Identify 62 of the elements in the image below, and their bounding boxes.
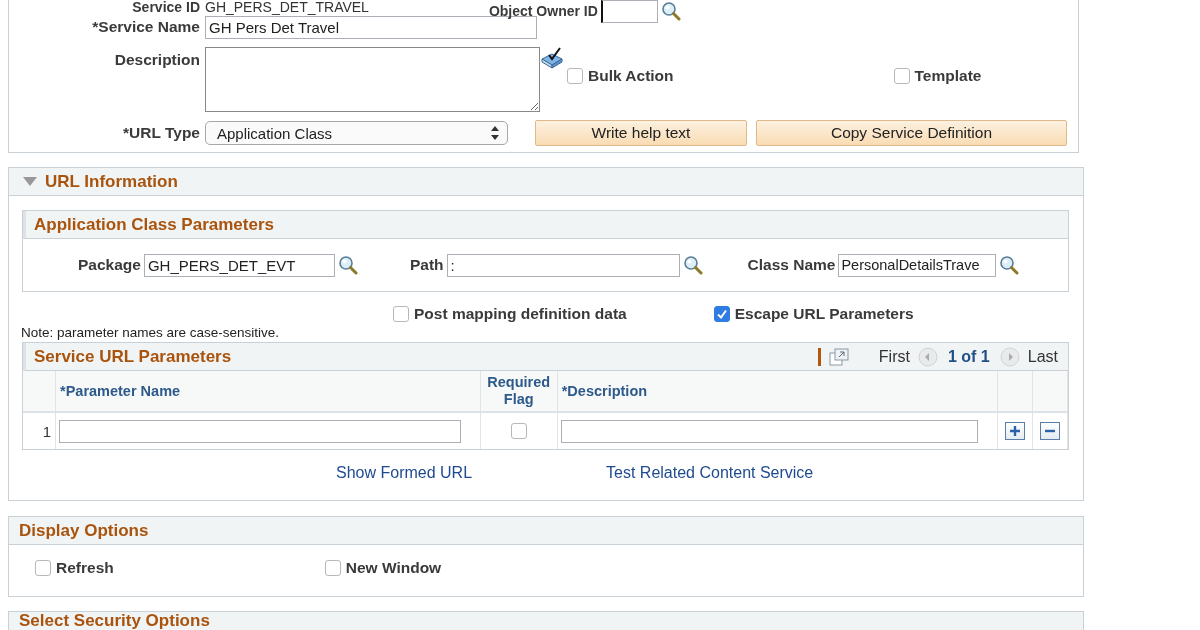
column-header[interactable]: Required Flag [480, 371, 558, 412]
field-label: Path [409, 256, 444, 274]
section-title: URL Information [45, 171, 178, 192]
next-icon[interactable] [999, 346, 1020, 367]
field-value: GH_PERS_DET_TRAVEL [205, 0, 369, 14]
checkbox-label: Bulk Action [588, 67, 674, 85]
field-label: Object Owner ID [488, 4, 598, 18]
search-icon[interactable] [999, 255, 1020, 275]
field-label: Class Name [747, 256, 836, 274]
checkbox[interactable] [713, 306, 730, 322]
section-title: Select Security Options [19, 612, 210, 630]
book-check-icon[interactable] [540, 47, 564, 69]
search-icon[interactable] [660, 1, 681, 21]
section-header[interactable]: URL Information [9, 168, 1083, 196]
search-icon[interactable] [682, 255, 703, 275]
check-icon [715, 308, 728, 320]
last-link[interactable]: Last [1027, 347, 1058, 366]
page-counter: 1 of 1 [947, 347, 990, 366]
column-header[interactable]: *Description [557, 371, 998, 412]
column-header[interactable]: *Parameter Name [55, 371, 481, 412]
dropdown[interactable]: Application Class [205, 121, 508, 145]
checkbox[interactable] [393, 306, 409, 322]
previous-icon[interactable] [917, 346, 938, 367]
field-label: *URL Type [122, 124, 201, 142]
field-label: Package [78, 256, 141, 274]
checkbox-label: Post mapping definition data [414, 305, 627, 323]
checkbox[interactable] [35, 560, 51, 576]
divider-mark [817, 347, 821, 366]
checkbox[interactable] [324, 560, 341, 576]
popout-icon[interactable] [828, 347, 849, 366]
link[interactable]: Test Related Content Service [606, 464, 814, 482]
grid-title: Service URL Parameters [34, 346, 232, 367]
collapse-triangle-icon[interactable] [23, 176, 37, 187]
button[interactable]: Copy Service Definition [756, 120, 1067, 146]
input-field[interactable]: : [446, 253, 680, 277]
plus-icon [1009, 425, 1021, 437]
field-label: *Service Name [91, 18, 201, 36]
search-icon[interactable] [337, 255, 358, 275]
row-number: 1 [42, 422, 51, 440]
input-field[interactable]: GH_PERS_DET_EVT [143, 253, 335, 277]
updown-arrows-icon [491, 126, 499, 140]
checkbox[interactable] [893, 68, 910, 84]
group-title: Application Class Parameters [34, 214, 274, 235]
note-text: Note: parameter names are case-sensitive. [21, 326, 281, 340]
input-field[interactable]: PersonalDetailsTrave [838, 253, 997, 277]
checkbox[interactable] [567, 68, 583, 84]
checkbox-label: Escape URL Parameters [734, 305, 914, 323]
link[interactable]: Show Formed URL [336, 464, 473, 482]
input-field[interactable] [59, 419, 461, 443]
checkbox-label: New Window [345, 559, 442, 577]
checkbox-label: Template [914, 67, 982, 85]
field-label: Service ID [131, 0, 201, 14]
input-field[interactable] [560, 419, 978, 443]
add-row-button[interactable] [1005, 422, 1025, 440]
input-field[interactable] [600, 0, 658, 23]
field-label: Description [113, 50, 201, 69]
first-link[interactable]: First [878, 347, 910, 366]
checkbox[interactable] [510, 423, 527, 439]
section-title: Display Options [19, 520, 149, 541]
checkbox-label: Refresh [56, 559, 114, 577]
button[interactable]: Write help text [535, 120, 747, 146]
delete-row-button[interactable] [1040, 422, 1060, 440]
